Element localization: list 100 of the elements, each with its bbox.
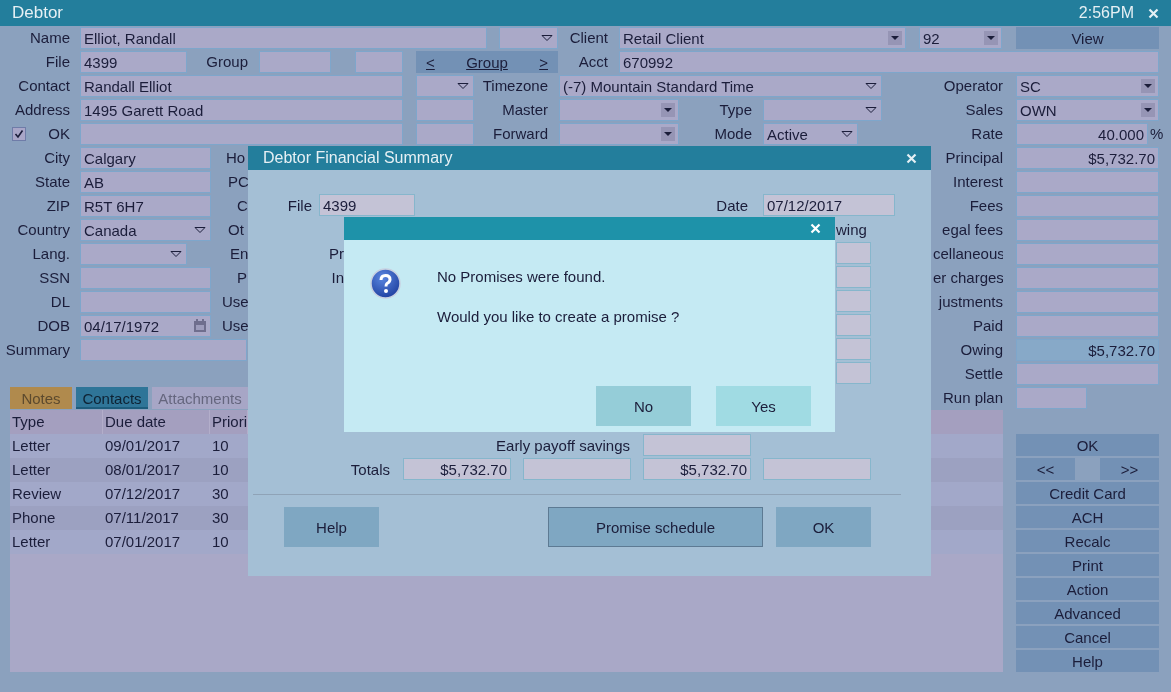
text-field[interactable] [355,51,403,73]
table-cell-text: 08/01/2017 [104,460,182,480]
text-field[interactable] [416,123,474,145]
text-field[interactable] [1016,363,1159,385]
field-label: justments [937,292,1003,312]
field-label: OK [47,124,70,144]
text-field[interactable]: R5T 6H7 [80,195,211,217]
caret-icon [984,31,998,45]
message-button[interactable]: No [596,386,691,426]
text-field[interactable] [80,267,211,289]
previous-button[interactable]: < [426,53,435,71]
text-field[interactable] [80,291,211,313]
table-cell-text: 10 [211,460,230,480]
field-label: ZIP [45,196,70,216]
field-label: Operator [942,76,1003,96]
column-header: wing [836,220,868,238]
text-field[interactable]: Randall Elliot [80,75,403,97]
text-field[interactable] [1016,171,1159,193]
side-button[interactable]: OK [1016,434,1159,456]
dropdown-field[interactable] [559,123,679,145]
dropdown-field[interactable]: (-7) Mountain Standard Time [559,75,882,97]
side-button[interactable]: Recalc [1016,530,1159,552]
dropdown-field[interactable] [499,27,558,49]
text-field[interactable]: 40.000 [1016,123,1148,145]
dropdown-field[interactable]: Active [763,123,858,145]
amount-field[interactable] [836,242,871,264]
table-cell-text: 10 [211,436,230,456]
dropdown-field[interactable]: 92 [919,27,1002,49]
text-field[interactable]: Calgary [80,147,211,169]
amount-field[interactable] [763,458,871,480]
amount-field[interactable] [836,314,871,336]
message-button[interactable]: Yes [716,386,811,426]
amount-field[interactable] [836,290,871,312]
checkbox[interactable] [12,127,26,141]
field-label: Acct [577,52,608,72]
caret-icon [661,103,675,117]
side-button[interactable]: Credit Card [1016,482,1159,504]
text-field[interactable] [80,339,247,361]
amount-field[interactable] [836,362,871,384]
text-field[interactable]: Elliot, Randall [80,27,487,49]
field-label: Use [222,316,248,336]
amount-field[interactable] [836,338,871,360]
field-label: % [1150,124,1165,144]
field-label: Early payoff savings [495,436,630,454]
field-label: Ho [226,148,247,168]
text-field[interactable]: 4399 [80,51,187,73]
text-field[interactable]: 1495 Garett Road [80,99,403,121]
field-label: Interest [951,172,1003,192]
text-field[interactable] [1016,219,1159,241]
text-field[interactable]: $5,732.70 [1016,147,1159,169]
dropdown-field[interactable] [559,99,679,121]
message-text: No Promises were found. [437,268,607,286]
text-field[interactable]: 4399 [319,194,415,216]
dropdown-field[interactable] [416,75,474,97]
side-button[interactable]: << [1016,458,1075,480]
dropdown-field[interactable] [80,243,187,265]
text-field[interactable] [1016,315,1159,337]
side-button[interactable]: Cancel [1016,626,1159,648]
dialog-button[interactable]: Promise schedule [548,507,763,547]
field-label: Master [501,100,548,120]
amount-field[interactable] [643,434,751,456]
date-field[interactable]: 04/17/1972 [80,315,211,337]
text-field[interactable] [80,123,403,145]
text-field[interactable]: 07/12/2017 [763,194,895,216]
text-field[interactable]: $5,732.70 [1016,339,1159,361]
side-button[interactable]: Advanced [1016,602,1159,624]
question-icon [370,268,401,299]
text-field[interactable] [416,99,474,121]
amount-field[interactable] [836,266,871,288]
text-field[interactable] [1016,243,1159,265]
close-icon[interactable] [906,152,917,164]
dropdown-field[interactable]: Canada [80,219,211,241]
text-field[interactable] [1016,195,1159,217]
close-icon[interactable] [1148,7,1159,19]
view-button[interactable]: View [1016,27,1159,49]
side-button[interactable]: Print [1016,554,1159,576]
dropdown-field[interactable]: OWN [1016,99,1159,121]
side-button[interactable]: Help [1016,650,1159,672]
calendar-icon[interactable] [193,319,207,333]
group-button[interactable]: Group [466,53,508,71]
field-label: er charges [933,268,1003,288]
dropdown-field[interactable]: Retail Client [619,27,906,49]
side-button[interactable]: ACH [1016,506,1159,528]
dialog-button[interactable]: OK [776,507,871,547]
text-field[interactable]: AB [80,171,211,193]
side-button[interactable]: >> [1100,458,1159,480]
text-field[interactable] [1016,291,1159,313]
next-button[interactable]: > [539,53,548,71]
text-field[interactable] [1016,387,1087,409]
dropdown-field[interactable] [763,99,882,121]
amount-field[interactable]: $5,732.70 [643,458,751,480]
text-field[interactable]: 670992 [619,51,1159,73]
caret-icon [1141,103,1155,117]
text-field[interactable] [1016,267,1159,289]
amount-field[interactable]: $5,732.70 [403,458,511,480]
side-button[interactable]: Action [1016,578,1159,600]
amount-field[interactable] [523,458,631,480]
dropdown-field[interactable]: SC [1016,75,1159,97]
text-field[interactable] [259,51,331,73]
dialog-button[interactable]: Help [284,507,379,547]
